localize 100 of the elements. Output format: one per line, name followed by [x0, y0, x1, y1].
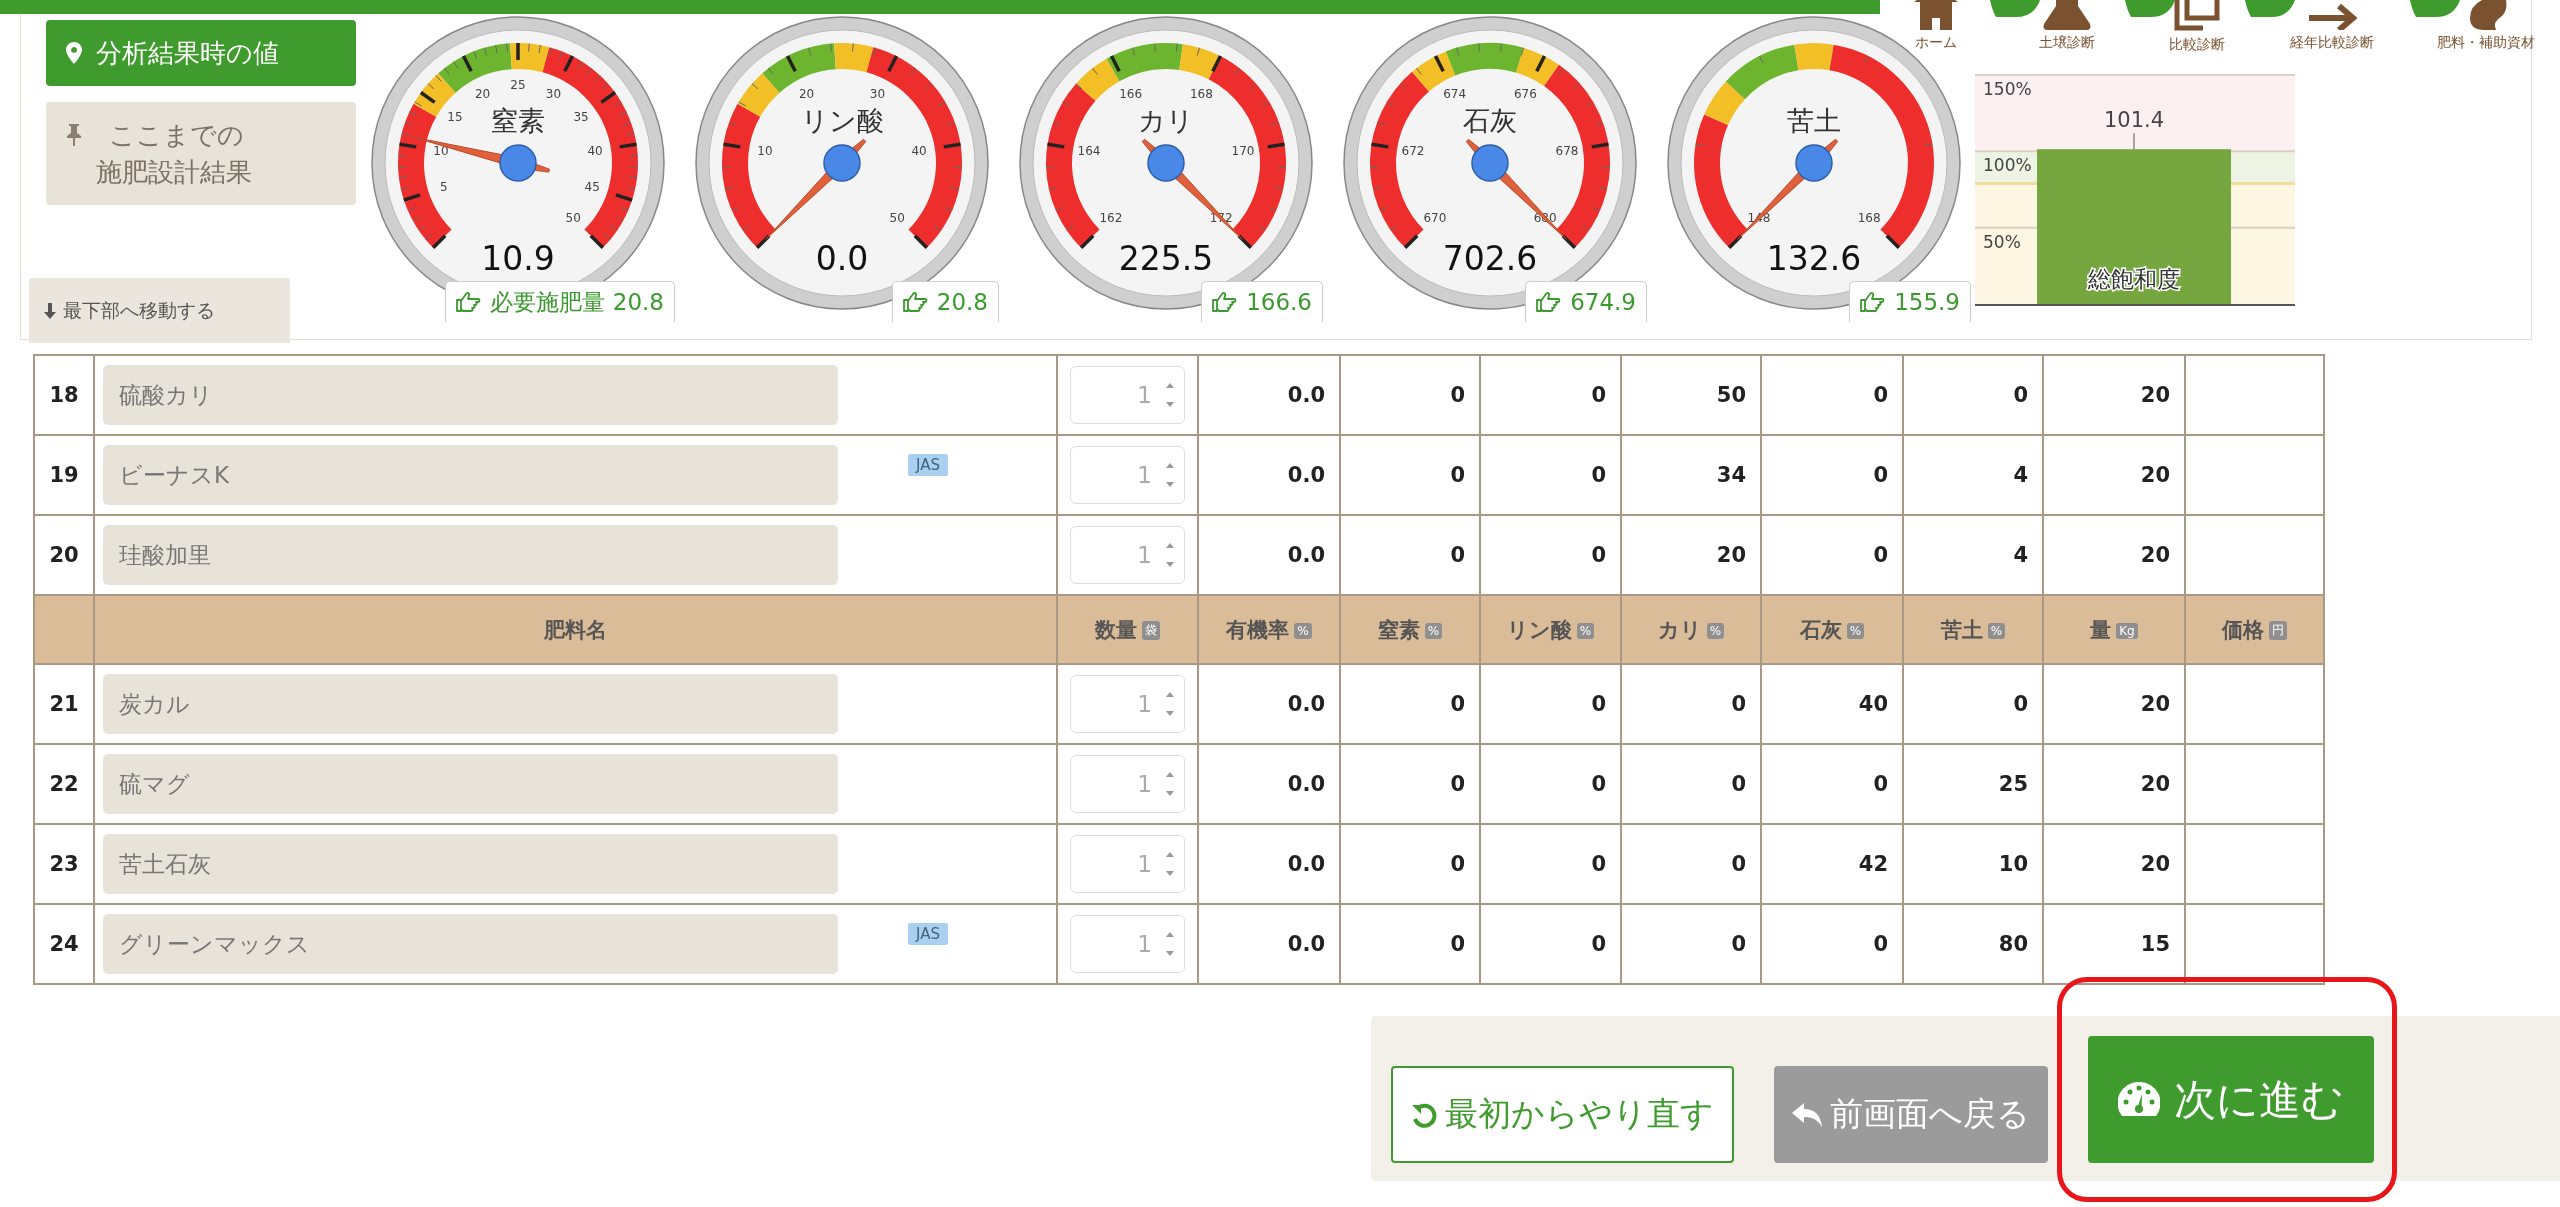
table-cell: 0	[1761, 435, 1903, 515]
name-field[interactable]: 苦土石灰	[103, 834, 838, 894]
tick-label: 100%	[1983, 155, 2032, 176]
quantity-field[interactable]: 1	[1070, 366, 1185, 424]
row-number: 23	[34, 824, 94, 904]
pointing-hand-icon	[902, 291, 929, 313]
gauge-reading: 225.5	[1118, 239, 1214, 278]
table-cell: 4	[1903, 435, 2043, 515]
tick-label: 50	[889, 211, 905, 226]
flask-icon	[2042, 0, 2092, 30]
unit-tag: 袋	[1142, 621, 1160, 640]
nav-link[interactable]: 比較診断	[2142, 0, 2252, 62]
unit-tag: %	[1987, 622, 2006, 639]
gauge-hub	[499, 144, 537, 182]
row-number: 22	[34, 744, 94, 824]
pointing-hand-icon	[1860, 291, 1887, 313]
recommendation-value: 20.8	[936, 289, 988, 315]
gauge-hub	[823, 144, 861, 182]
table-cell: 0	[1340, 355, 1480, 435]
gauge-reading: 132.6	[1766, 239, 1862, 278]
gauge-title: 窒素	[491, 105, 545, 136]
jas-tag: JAS	[908, 454, 948, 476]
name-field[interactable]: 硫マグ	[103, 754, 838, 814]
nav-link[interactable]: ホーム	[1880, 0, 1992, 62]
tick-label: 10	[433, 143, 449, 158]
unit-tag: %	[1424, 622, 1443, 639]
leaf-icon	[2245, 0, 2295, 17]
tick-label: 50%	[1983, 231, 2021, 252]
gauge-hub	[1795, 144, 1833, 182]
name-field[interactable]: グリーンマックス	[103, 914, 838, 974]
pointing-hand-icon	[455, 291, 482, 313]
gauge-reading: 10.9	[481, 239, 555, 278]
nav-link[interactable]: 肥料・補助資材	[2412, 0, 2560, 62]
column-header: リン酸	[1506, 617, 1572, 642]
tick-label: 30	[869, 86, 886, 101]
gauge-title: リン酸	[800, 105, 884, 136]
table-cell: 0	[1621, 664, 1761, 744]
table-cell: 20	[2043, 664, 2185, 744]
tick-label: 678	[1555, 143, 1579, 158]
table-cell: 0.0	[1198, 355, 1340, 435]
tick-label: 150%	[1983, 79, 2032, 99]
unit-tag: Kg	[2116, 622, 2138, 639]
gauge-hub	[1471, 144, 1509, 182]
reply-arrow-icon	[1792, 1102, 1822, 1127]
column-header: カリ	[1657, 617, 1702, 642]
table-cell: 0	[1340, 435, 1480, 515]
column-header: 有機率	[1226, 617, 1290, 642]
nav-link[interactable]: 経年比較診断	[2252, 0, 2412, 62]
tick-label: 168	[1857, 211, 1881, 226]
category-label: 総飽和度	[2088, 266, 2180, 292]
recommendation-value: 155.9	[1894, 289, 1960, 315]
quantity-field[interactable]: 1	[1070, 526, 1185, 584]
table-cell: 0	[1480, 435, 1621, 515]
pointing-hand-icon	[1536, 291, 1563, 313]
name-field[interactable]: ビーナスK	[103, 445, 838, 505]
table-cell: 0	[1480, 355, 1621, 435]
nav-link[interactable]: 土壌診断	[1992, 0, 2142, 62]
row-number: 24	[34, 904, 94, 984]
pointing-hand-icon	[1212, 291, 1239, 313]
table-cell: 0.0	[1198, 435, 1340, 515]
quantity-field[interactable]: 1	[1070, 446, 1185, 504]
table-cell: 20	[2043, 355, 2185, 435]
back-button[interactable]: 前画面へ戻る	[1774, 1066, 2048, 1163]
data-label: 101.4	[2103, 108, 2165, 133]
table-cell: 25	[1903, 744, 2043, 824]
tick-label: 10	[757, 143, 773, 158]
name-field[interactable]: 炭カル	[103, 674, 838, 734]
table-cell: 0	[1621, 744, 1761, 824]
recommendation-value: 166.6	[1246, 289, 1312, 315]
map-pin-icon	[66, 42, 82, 64]
recommendation-value: 674.9	[1570, 289, 1636, 315]
quantity-field[interactable]: 1	[1070, 915, 1185, 973]
scroll-to-bottom-button[interactable]: 最下部へ移動する	[29, 278, 290, 343]
table-cell: 0	[1480, 664, 1621, 744]
quantity-field[interactable]: 1	[1070, 675, 1185, 733]
table-cell: 0	[1621, 904, 1761, 984]
undo-icon	[1411, 1101, 1437, 1128]
tick-label: 15	[447, 110, 463, 125]
column-header: 窒素	[1377, 617, 1420, 642]
table-cell: 0	[1480, 824, 1621, 904]
table-cell: 0	[1903, 664, 2043, 744]
leaf-icon	[1990, 0, 2040, 17]
leaf-icon	[2125, 0, 2175, 17]
name-field[interactable]: 珪酸加里	[103, 525, 838, 585]
column-header: 苦土	[1940, 617, 1983, 642]
house-icon	[1914, 0, 1958, 30]
tick-label: 5	[440, 180, 448, 195]
quantity-field[interactable]: 1	[1070, 835, 1185, 893]
view-tab[interactable]: 分析結果時の値	[46, 20, 356, 87]
down-arrow-icon	[43, 302, 57, 319]
jas-tag: JAS	[908, 923, 948, 945]
table-cell: 0	[1340, 904, 1480, 984]
restart-button[interactable]: 最初からやり直す	[1391, 1066, 1734, 1163]
view-tab[interactable]: ここまでの施肥設計結果	[46, 102, 356, 206]
unit-tag: 円	[2269, 621, 2287, 640]
quantity-field[interactable]: 1	[1070, 755, 1185, 813]
unit-tag: %	[1706, 622, 1725, 639]
next-button[interactable]: 次に進む	[2088, 1036, 2374, 1163]
table-cell: 0.0	[1198, 744, 1340, 824]
name-field[interactable]: 硫酸カリ	[103, 365, 838, 425]
